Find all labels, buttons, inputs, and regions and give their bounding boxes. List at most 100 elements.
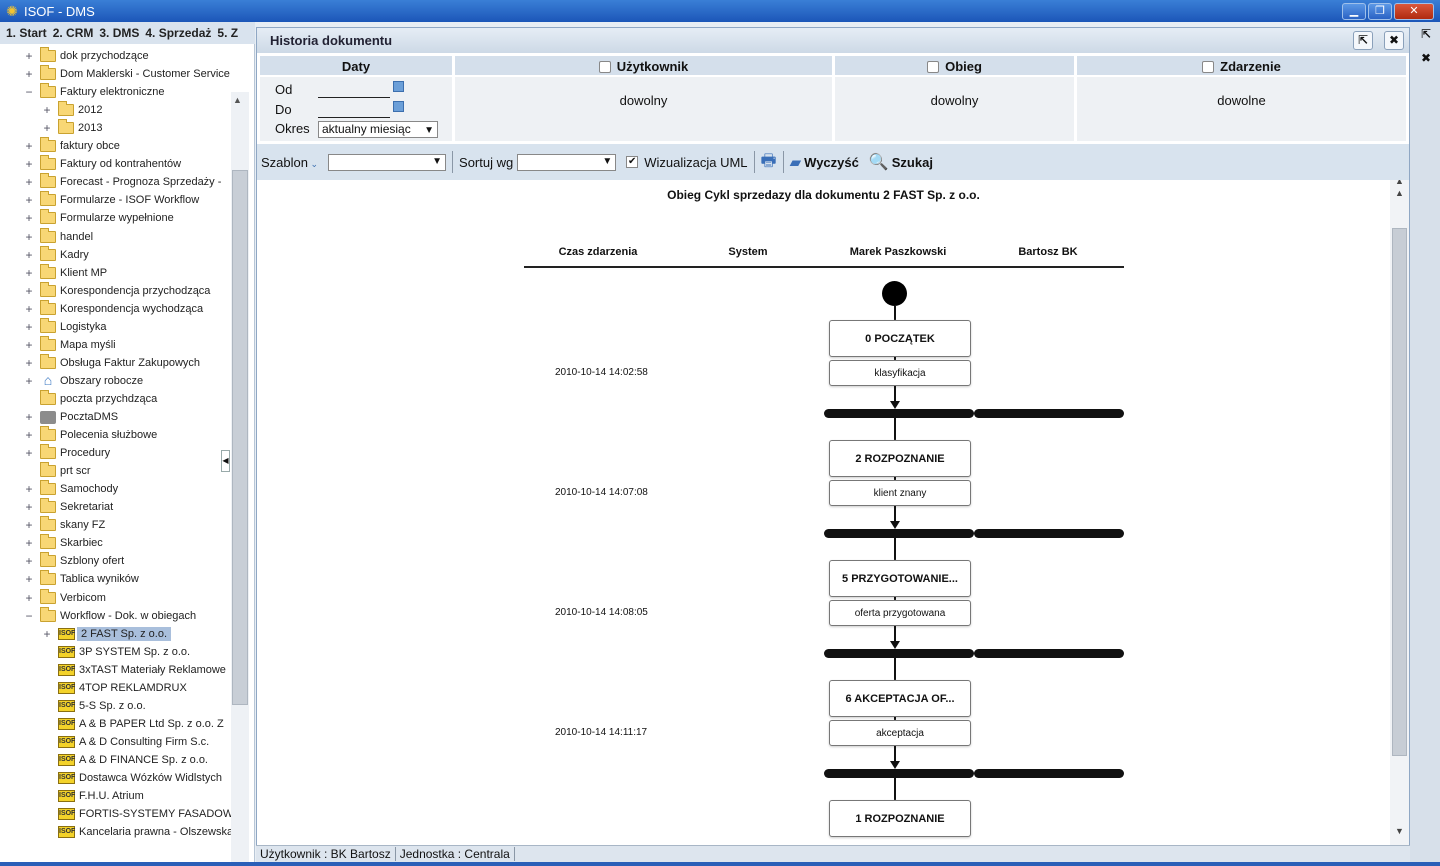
expand-icon[interactable]: +: [24, 211, 34, 225]
tree-item[interactable]: + Formularze wypełnione: [24, 209, 174, 227]
tree-item[interactable]: + handel: [24, 227, 93, 246]
uzytkownik-value[interactable]: dowolny: [455, 93, 832, 108]
tree-item[interactable]: + ISOF 2 FAST Sp. z o.o.: [42, 625, 172, 643]
wizualizacja-checkbox[interactable]: ✔: [626, 156, 639, 168]
diagram-scroll-thumb[interactable]: [1392, 228, 1407, 756]
tree-item[interactable]: + Formularze - ISOF Workflow: [24, 191, 199, 209]
scroll-down-icon[interactable]: ▼: [1395, 826, 1404, 836]
tree-item[interactable]: + Korespondencja przychodząca: [24, 281, 210, 300]
menu-sprzedaz[interactable]: 4. Sprzedaż: [145, 26, 211, 40]
expand-icon[interactable]: +: [24, 482, 34, 496]
tree-item[interactable]: ISOF A & D FINANCE Sp. z o.o.: [42, 751, 208, 769]
okres-select[interactable]: aktualny miesiąc ▼: [318, 121, 438, 138]
tree-item[interactable]: + Korespondencja wychodząca: [24, 299, 203, 318]
tree-item[interactable]: + Faktury od kontrahentów: [24, 155, 181, 173]
tree-vertical-scrollbar[interactable]: ▲ ▼: [231, 92, 249, 862]
tree-item[interactable]: + PocztaDMS: [24, 408, 118, 426]
minimize-button[interactable]: ▁: [1342, 2, 1366, 20]
tree-item[interactable]: − Faktury elektroniczne: [24, 83, 165, 101]
expand-icon[interactable]: +: [42, 627, 52, 641]
popout-button[interactable]: ⇱: [1353, 31, 1373, 50]
tree-item[interactable]: + Tablica wyników: [24, 570, 139, 588]
szukaj-button[interactable]: 🔍 Szukaj: [869, 152, 933, 172]
expand-icon[interactable]: +: [24, 572, 34, 586]
expand-icon[interactable]: +: [24, 591, 34, 605]
expand-icon[interactable]: +: [24, 374, 34, 388]
tree-item[interactable]: + Szblony ofert: [24, 552, 124, 570]
close-dialog-button[interactable]: ✖: [1384, 31, 1404, 50]
tree-item[interactable]: ISOF 3P SYSTEM Sp. z o.o.: [42, 643, 190, 661]
tree-item[interactable]: + dok przychodzące: [24, 47, 149, 65]
tree-item[interactable]: ISOF A & D Consulting Firm S.c.: [42, 733, 209, 751]
tree-item[interactable]: − Workflow - Dok. w obiegach: [24, 606, 196, 625]
menu-5[interactable]: 5. Z: [217, 26, 238, 40]
expand-icon[interactable]: +: [24, 518, 34, 532]
obieg-value[interactable]: dowolny: [835, 93, 1074, 108]
collapse-icon[interactable]: −: [24, 609, 34, 623]
menu-crm[interactable]: 2. CRM: [53, 26, 94, 40]
expand-icon[interactable]: +: [42, 103, 52, 117]
tree-item[interactable]: ISOF 4TOP REKLAMDRUX: [42, 679, 187, 697]
expand-icon[interactable]: +: [24, 356, 34, 370]
tree-item[interactable]: + Klient MP: [24, 263, 107, 282]
od-calendar-icon[interactable]: [393, 81, 404, 92]
expand-icon[interactable]: +: [24, 230, 34, 244]
tree-item[interactable]: + ⌂ Obszary robocze: [24, 372, 143, 390]
expand-icon[interactable]: +: [24, 266, 34, 280]
sortuj-select[interactable]: ▼: [517, 153, 617, 171]
expand-icon[interactable]: +: [24, 320, 34, 334]
expand-icon[interactable]: +: [24, 338, 34, 352]
do-date-input[interactable]: [318, 117, 390, 118]
wyczysc-button[interactable]: ▰ Wyczyść: [790, 153, 859, 171]
close-window-button[interactable]: ✕: [1394, 2, 1434, 20]
tree-item[interactable]: + Logistyka: [24, 317, 106, 336]
expand-icon[interactable]: +: [24, 248, 34, 262]
scroll-up-icon[interactable]: ▲: [233, 95, 242, 105]
tree-item[interactable]: + faktury obce: [24, 137, 120, 155]
szablon-select[interactable]: ▼: [328, 153, 447, 171]
expand-icon[interactable]: +: [24, 410, 34, 424]
expand-icon[interactable]: +: [24, 139, 34, 153]
od-date-input[interactable]: [318, 97, 390, 98]
expand-icon[interactable]: +: [24, 67, 34, 81]
zdarzenie-checkbox[interactable]: [1202, 60, 1215, 73]
expand-icon[interactable]: +: [42, 121, 52, 135]
tree-item[interactable]: +2013: [42, 119, 102, 137]
tree-item[interactable]: ISOF A & B PAPER Ltd Sp. z o.o. Z: [42, 715, 224, 733]
uzytkownik-checkbox[interactable]: [598, 60, 611, 73]
zdarzenie-value[interactable]: dowolne: [1077, 93, 1406, 108]
tree-item[interactable]: ISOF FORTIS-SYSTEMY FASADOWI: [42, 805, 236, 823]
tree-item[interactable]: ISOF 3xTAST Materiały Reklamowe: [42, 661, 226, 679]
expand-icon[interactable]: +: [24, 500, 34, 514]
restore-button[interactable]: ❐: [1368, 2, 1392, 20]
tree-item[interactable]: + Verbicom: [24, 588, 106, 607]
tree-item[interactable]: + Skarbiec: [24, 534, 103, 552]
tree-item[interactable]: + Mapa myśli: [24, 335, 116, 354]
tree-item[interactable]: ISOF Dostawca Wózków Widlstych: [42, 769, 222, 787]
tree-item[interactable]: + Polecenia służbowe: [24, 426, 157, 444]
tree-item[interactable]: poczta przychdząca: [24, 389, 157, 408]
obieg-checkbox[interactable]: [927, 60, 940, 73]
szablon-dropdown[interactable]: Szablon ⌄: [261, 155, 318, 170]
collapse-sidebar-handle[interactable]: ◀: [221, 450, 230, 472]
expand-icon[interactable]: +: [24, 302, 34, 316]
tree-item[interactable]: + Procedury: [24, 444, 110, 462]
tree-item[interactable]: + skany FZ: [24, 516, 105, 534]
tree-item[interactable]: prt scr: [24, 462, 91, 480]
tree-item[interactable]: ISOF F.H.U. Atrium: [42, 787, 144, 805]
tree-item[interactable]: + Forecast - Prognoza Sprzedaży -: [24, 173, 221, 191]
collapse-icon[interactable]: −: [24, 85, 34, 99]
menu-dms[interactable]: 3. DMS: [99, 26, 139, 40]
expand-icon[interactable]: +: [24, 554, 34, 568]
expand-icon[interactable]: +: [24, 428, 34, 442]
external-window-icon[interactable]: ⇱: [1418, 26, 1434, 42]
diagram-vertical-scrollbar[interactable]: ▲ ▲ ▼: [1390, 180, 1409, 845]
tree-scroll-thumb[interactable]: [232, 170, 248, 705]
scroll-up-icon[interactable]: ▲: [1395, 188, 1404, 198]
tree-item[interactable]: + Samochody: [24, 480, 118, 498]
tree-item[interactable]: + Dom Maklerski - Customer Service: [24, 65, 230, 83]
tree-item[interactable]: + Sekretariat: [24, 498, 113, 516]
expand-icon[interactable]: +: [24, 446, 34, 460]
expand-icon[interactable]: +: [24, 284, 34, 298]
expand-icon[interactable]: +: [24, 536, 34, 550]
